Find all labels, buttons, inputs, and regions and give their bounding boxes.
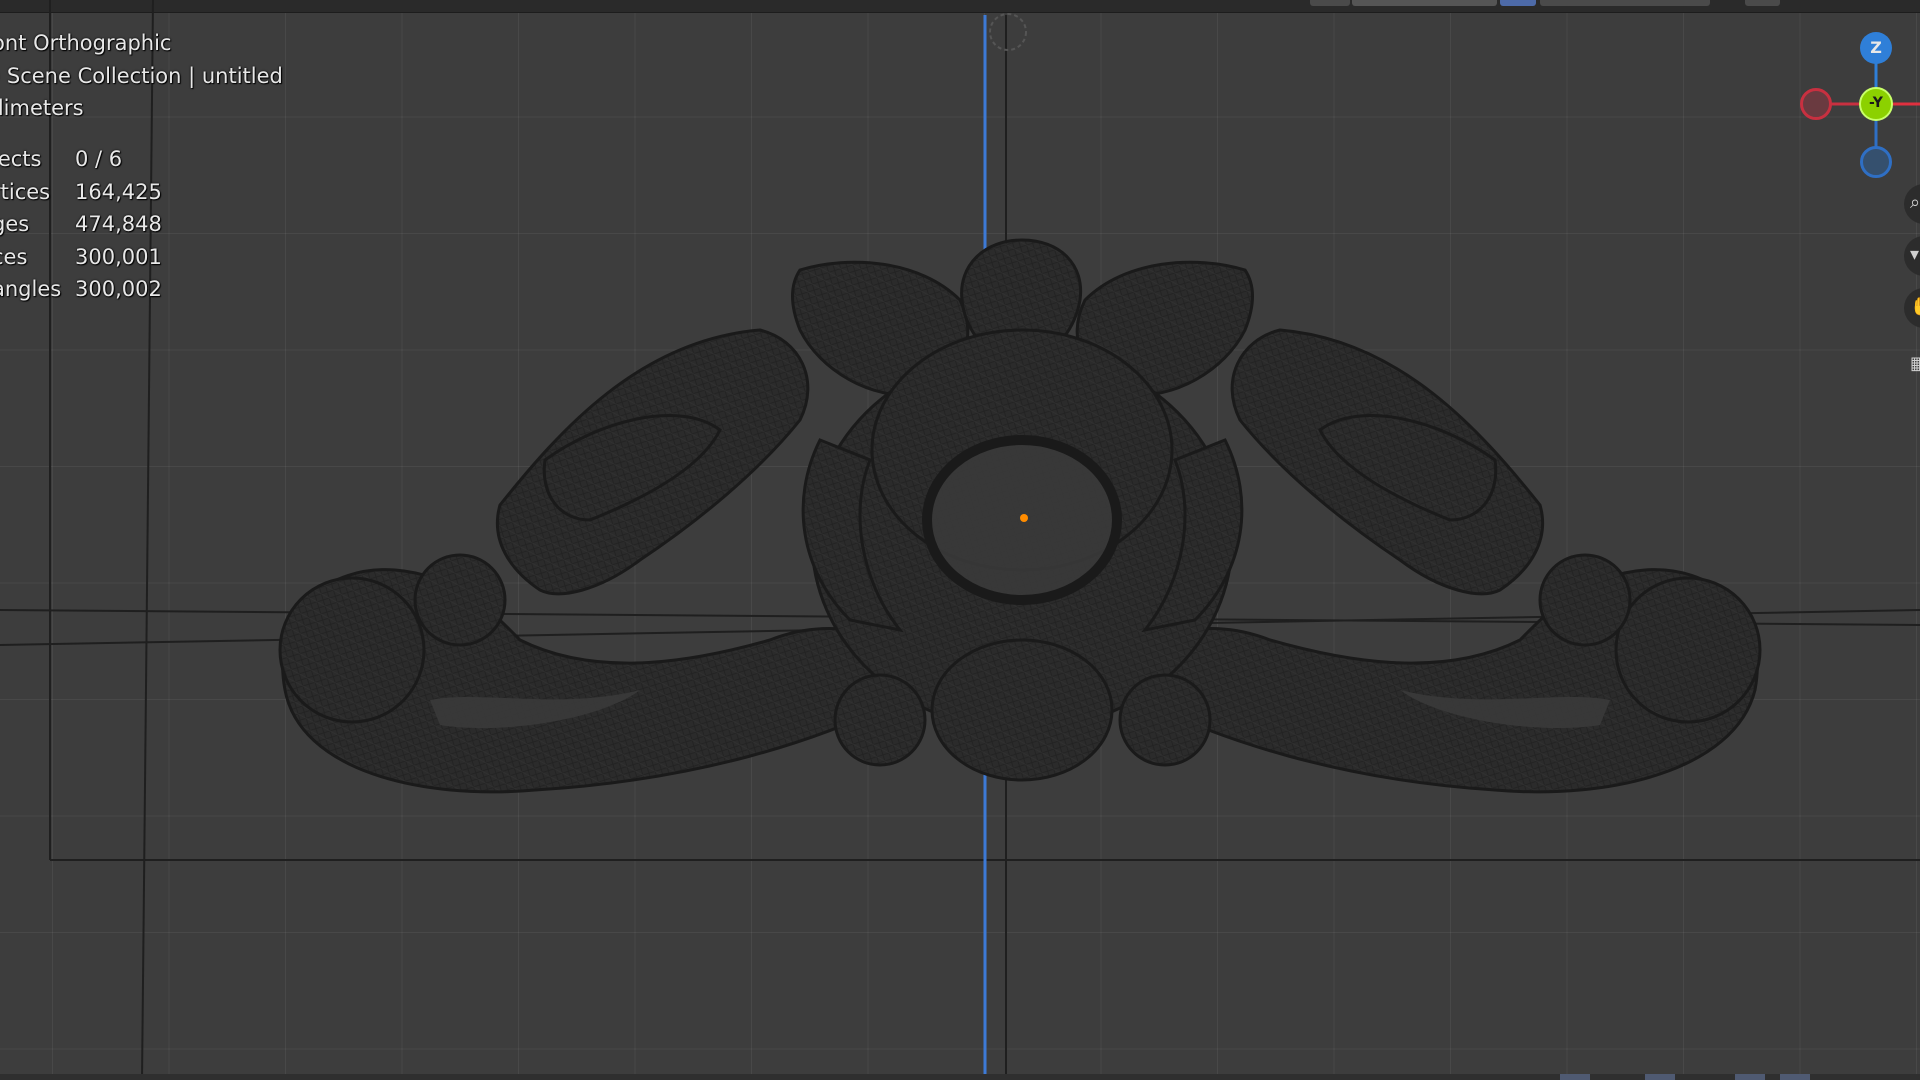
stat-label: rtices xyxy=(0,179,51,204)
viewport-info: ont Orthographic ) Scene Collection | un… xyxy=(0,30,283,128)
stat-value: 300,001 xyxy=(75,244,162,269)
view-name: ont Orthographic xyxy=(0,31,172,55)
stat-label: ges xyxy=(0,212,30,237)
status-segment xyxy=(1780,1074,1810,1080)
status-strip xyxy=(0,1074,1920,1080)
status-segment xyxy=(1735,1074,1765,1080)
gizmo-z-label: Z xyxy=(1870,38,1882,57)
collection-name: ) Scene Collection | untitled xyxy=(0,63,283,88)
scene-canvas xyxy=(0,0,1920,1080)
object-origin[interactable] xyxy=(1020,514,1028,522)
gizmo-y-label: -Y xyxy=(1869,95,1883,111)
gizmo-x-neg-axis[interactable] xyxy=(1800,88,1832,120)
status-segment xyxy=(1645,1074,1675,1080)
camera-grid-icon: ▦ xyxy=(1910,353,1920,374)
camera-line xyxy=(141,0,154,1080)
zoom-icon: ⌕ xyxy=(1910,192,1920,213)
stat-label: ces xyxy=(0,244,28,269)
stat-value: 164,425 xyxy=(75,179,162,204)
status-segment xyxy=(1560,1074,1590,1080)
dropdown-icon: ▾ xyxy=(1910,244,1920,265)
stat-value: 474,848 xyxy=(75,212,162,237)
stat-value: 300,002 xyxy=(75,277,162,302)
gizmo-z-neg-axis[interactable] xyxy=(1860,146,1892,178)
stat-label: angles xyxy=(0,277,62,302)
stat-value: 0 / 6 xyxy=(75,147,123,171)
3d-cursor[interactable] xyxy=(989,13,1027,51)
hand-pan-icon: ✋ xyxy=(1910,296,1920,317)
units-label: llimeters xyxy=(0,96,84,120)
stat-label: jects xyxy=(0,147,42,171)
